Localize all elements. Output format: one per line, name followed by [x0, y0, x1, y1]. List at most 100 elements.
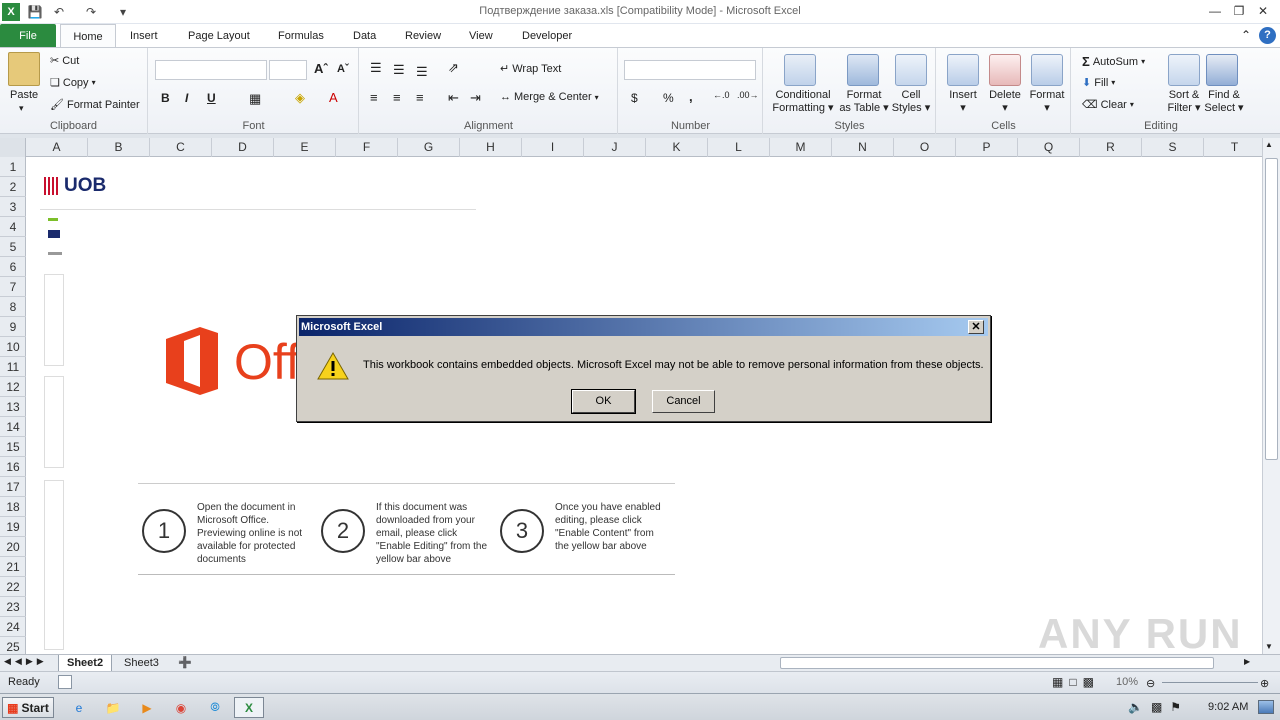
delete-cells-icon[interactable]	[989, 54, 1021, 86]
grow-font-icon[interactable]: Aˆ	[314, 61, 328, 76]
conditional-formatting-icon[interactable]	[784, 54, 816, 86]
vertical-scrollbar[interactable]: ▲ ▼	[1262, 138, 1280, 654]
horizontal-scroll-thumb[interactable]	[780, 657, 1214, 669]
column-header[interactable]: N	[832, 138, 894, 157]
increase-decimal-icon[interactable]: ←.0	[713, 90, 730, 100]
decrease-decimal-icon[interactable]: .00→	[737, 90, 759, 100]
tab-developer[interactable]: Developer	[510, 24, 584, 48]
column-header[interactable]: C	[150, 138, 212, 157]
row-header[interactable]: 7	[0, 277, 26, 297]
font-color-icon[interactable]: A	[329, 90, 338, 105]
help-icon[interactable]: ?	[1259, 27, 1276, 44]
row-header[interactable]: 1	[0, 157, 26, 177]
align-middle-icon[interactable]: ☰	[393, 62, 405, 78]
row-header[interactable]: 10	[0, 337, 26, 357]
tab-review[interactable]: Review	[393, 24, 453, 48]
column-header[interactable]: S	[1142, 138, 1204, 157]
format-cells-button[interactable]: Format ▾	[1025, 89, 1069, 115]
restore-icon[interactable]: ❐	[1229, 2, 1249, 20]
row-header[interactable]: 18	[0, 497, 26, 517]
folder-icon[interactable]: 📁	[102, 697, 124, 718]
format-as-table-button[interactable]: Format as Table ▾	[838, 89, 890, 115]
zoom-in-icon[interactable]: ⊕	[1260, 677, 1269, 690]
chrome-icon[interactable]: ◉	[170, 697, 192, 718]
row-header[interactable]: 19	[0, 517, 26, 537]
paste-icon[interactable]	[8, 52, 40, 86]
column-header[interactable]: R	[1080, 138, 1142, 157]
number-format-select[interactable]	[624, 60, 756, 80]
column-header[interactable]: P	[956, 138, 1018, 157]
binoculars-icon[interactable]	[1206, 54, 1238, 86]
row-header[interactable]: 15	[0, 437, 26, 457]
column-header[interactable]: F	[336, 138, 398, 157]
tab-formulas[interactable]: Formulas	[266, 24, 336, 48]
column-header[interactable]: H	[460, 138, 522, 157]
fill-button[interactable]: ⬇ Fill ▾	[1082, 76, 1115, 90]
format-as-table-icon[interactable]	[847, 54, 879, 86]
paste-button[interactable]: Paste	[10, 89, 38, 101]
row-header[interactable]: 24	[0, 617, 26, 637]
wrap-text-button[interactable]: ↵ Wrap Text	[500, 62, 561, 76]
row-header[interactable]: 11	[0, 357, 26, 377]
scroll-right-icon[interactable]: ▶	[1244, 657, 1250, 666]
fill-color-icon[interactable]: ◈	[295, 90, 305, 106]
scroll-up-icon[interactable]: ▲	[1265, 140, 1273, 149]
column-header[interactable]: G	[398, 138, 460, 157]
ok-button[interactable]: OK	[571, 389, 636, 414]
sheet-tab-sheet2[interactable]: Sheet2	[58, 655, 113, 672]
row-header[interactable]: 22	[0, 577, 26, 597]
select-all-corner[interactable]	[0, 138, 26, 157]
row-header[interactable]: 6	[0, 257, 26, 277]
italic-button[interactable]: I	[185, 91, 188, 105]
currency-button[interactable]: $	[631, 91, 638, 105]
column-header[interactable]: L	[708, 138, 770, 157]
increase-indent-icon[interactable]: ⇥	[470, 90, 481, 106]
cell-styles-icon[interactable]	[895, 54, 927, 86]
zoom-out-icon[interactable]: ⊖	[1146, 677, 1155, 690]
show-desktop-icon[interactable]	[1258, 700, 1274, 714]
delete-cells-button[interactable]: Delete ▾	[983, 89, 1027, 115]
row-header[interactable]: 5	[0, 237, 26, 257]
view-mode-icons[interactable]: ▦□▩	[1052, 675, 1100, 689]
align-left-icon[interactable]: ≡	[370, 90, 378, 105]
minimize-icon[interactable]: —	[1205, 2, 1225, 20]
cut-button[interactable]: ✂ Cut	[50, 54, 79, 68]
edge-icon[interactable]: ⦾	[204, 697, 226, 718]
tab-page-layout[interactable]: Page Layout	[176, 24, 262, 48]
insert-cells-button[interactable]: Insert ▾	[941, 89, 985, 115]
orientation-icon[interactable]: ⇗	[448, 60, 459, 76]
copy-button[interactable]: ❏ Copy ▾	[50, 76, 96, 90]
scroll-down-icon[interactable]: ▼	[1265, 642, 1273, 651]
row-header[interactable]: 16	[0, 457, 26, 477]
row-header[interactable]: 4	[0, 217, 26, 237]
row-header[interactable]: 14	[0, 417, 26, 437]
dialog-close-icon[interactable]: ✕	[968, 320, 984, 334]
shrink-font-icon[interactable]: Aˇ	[337, 63, 349, 75]
row-header[interactable]: 20	[0, 537, 26, 557]
ie-icon[interactable]: e	[68, 697, 90, 718]
insert-sheet-icon[interactable]: ➕	[178, 656, 192, 669]
align-top-icon[interactable]: ☰	[370, 60, 382, 76]
column-header[interactable]: Q	[1018, 138, 1080, 157]
sheet-tab-sheet3[interactable]: Sheet3	[116, 655, 167, 672]
find-select-button[interactable]: Find & Select ▾	[1202, 89, 1246, 115]
column-header[interactable]: J	[584, 138, 646, 157]
row-header[interactable]: 9	[0, 317, 26, 337]
underline-button[interactable]: U	[207, 91, 216, 105]
zoom-slider[interactable]	[1162, 682, 1258, 683]
row-header[interactable]: 23	[0, 597, 26, 617]
comma-button[interactable]: ,	[689, 89, 693, 104]
sort-filter-icon[interactable]	[1168, 54, 1200, 86]
row-header[interactable]: 12	[0, 377, 26, 397]
column-header[interactable]: B	[88, 138, 150, 157]
ribbon-collapse-icon[interactable]: ⌃	[1241, 28, 1251, 42]
column-header[interactable]: M	[770, 138, 832, 157]
media-player-icon[interactable]: ▶	[136, 697, 158, 718]
cell-styles-button[interactable]: Cell Styles ▾	[890, 89, 932, 115]
tab-view[interactable]: View	[457, 24, 505, 48]
align-center-icon[interactable]: ≡	[393, 90, 401, 105]
macro-record-icon[interactable]	[58, 675, 72, 689]
conditional-formatting-button[interactable]: Conditional Formatting ▾	[768, 89, 838, 115]
insert-cells-icon[interactable]	[947, 54, 979, 86]
sort-filter-button[interactable]: Sort & Filter ▾	[1160, 89, 1208, 115]
